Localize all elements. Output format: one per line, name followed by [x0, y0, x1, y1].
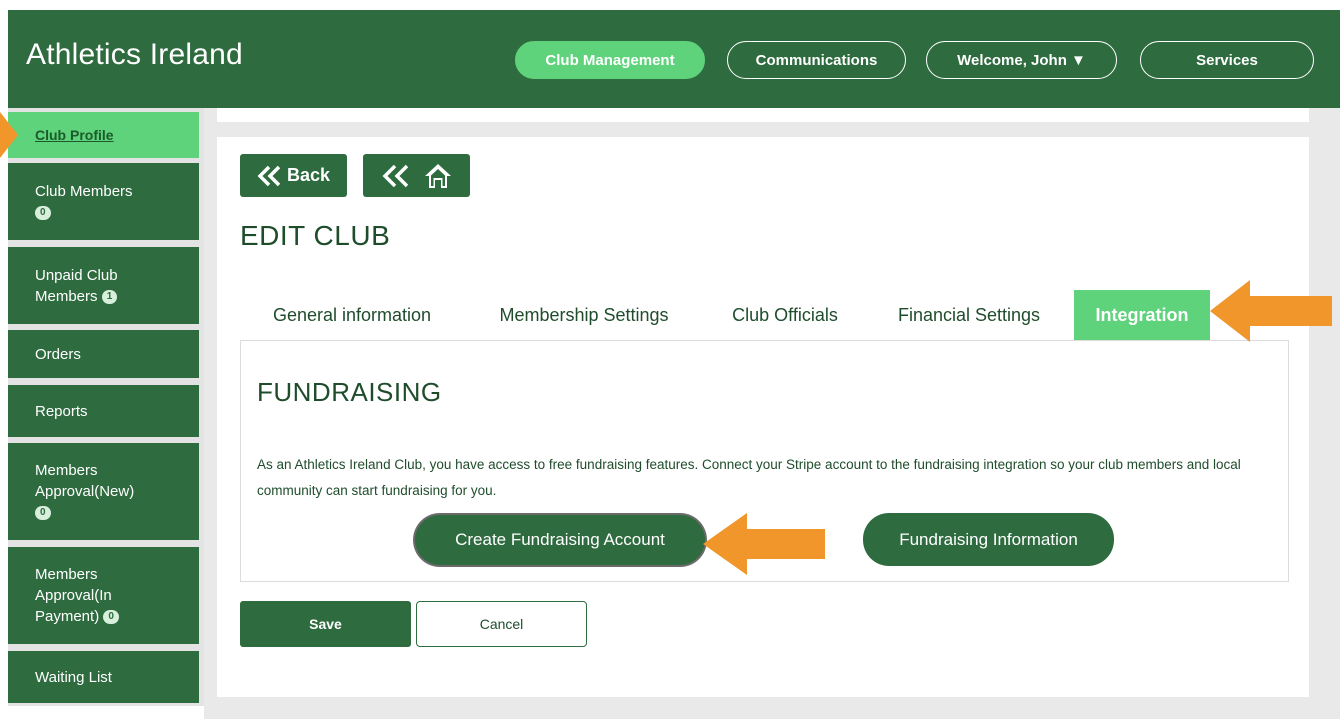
sidebar-item-label: Waiting List [35, 668, 112, 686]
sidebar-item-label: Unpaid Club [35, 266, 118, 284]
club-management-button[interactable]: Club Management [515, 41, 705, 79]
sidebar-item-label: Members [35, 566, 98, 583]
fundraising-description: As an Athletics Ireland Club, you have a… [257, 457, 1241, 498]
home-button[interactable] [363, 154, 470, 197]
sidebar-item-label-line3: Payment) [35, 608, 100, 625]
site-title: Athletics Ireland [26, 38, 243, 71]
tab-financial-settings[interactable]: Financial Settings [874, 290, 1064, 340]
sidebar-item-label: Orders [35, 345, 81, 363]
back-button[interactable]: Back [240, 154, 347, 197]
sidebar-item-unpaid-club-members[interactable]: Unpaid Club Members 1 [8, 247, 199, 324]
sidebar-item-members-approval-new[interactable]: Members Approval(New) 0 [8, 443, 199, 540]
save-button[interactable]: Save [240, 601, 411, 647]
sidebar-item-label-line2: Approval(In [35, 587, 112, 604]
sidebar-item-label: Members [35, 462, 98, 479]
communications-button[interactable]: Communications [727, 41, 906, 79]
count-badge: 1 [101, 289, 118, 304]
annotation-arrow-icon [0, 112, 18, 158]
sidebar-item-reports[interactable]: Reports [8, 385, 199, 437]
tab-membership-settings[interactable]: Membership Settings [472, 290, 696, 340]
sidebar-item-members-approval-in-payment[interactable]: Members Approval(In Payment) 0 [8, 547, 199, 644]
sidebar-item-label: Club Profile [35, 126, 114, 143]
annotation-arrow-icon [703, 513, 825, 575]
top-navigation-bar: Athletics Ireland Club Management Commun… [8, 10, 1340, 108]
cancel-button[interactable]: Cancel [416, 601, 587, 647]
count-badge: 0 [35, 506, 51, 521]
sidebar-item-label-line2: Members [35, 287, 98, 305]
sidebar-item-label-line2: Approval(New) [35, 483, 135, 500]
page-title: EDIT CLUB [240, 220, 391, 251]
double-chevron-left-icon [382, 164, 408, 187]
sidebar-item-orders[interactable]: Orders [8, 330, 199, 378]
double-chevron-left-icon [257, 165, 281, 186]
section-title: FUNDRAISING [257, 377, 442, 407]
sidebar-item-label: Club Members [35, 182, 133, 200]
tab-general-information[interactable]: General information [246, 290, 458, 340]
content-top-strip [217, 108, 1309, 122]
sidebar-item-waiting-list[interactable]: Waiting List [8, 651, 199, 703]
count-badge: 0 [35, 205, 51, 220]
annotation-arrow-icon [1210, 280, 1332, 342]
home-icon [424, 163, 451, 188]
count-badge: 0 [103, 610, 119, 625]
sidebar-item-club-members[interactable]: Club Members 0 [8, 163, 199, 240]
sidebar-item-club-profile[interactable]: Club Profile [8, 112, 199, 158]
sidebar-item-label: Reports [35, 402, 88, 420]
services-button[interactable]: Services [1140, 41, 1314, 79]
tab-club-officials[interactable]: Club Officials [710, 290, 860, 340]
back-button-label: Back [286, 165, 331, 185]
fundraising-information-button[interactable]: Fundraising Information [863, 513, 1114, 566]
tab-integration[interactable]: Integration [1074, 290, 1210, 340]
welcome-user-dropdown[interactable]: Welcome, John ▼ [926, 41, 1117, 79]
create-fundraising-account-button[interactable]: Create Fundraising Account [415, 515, 705, 565]
